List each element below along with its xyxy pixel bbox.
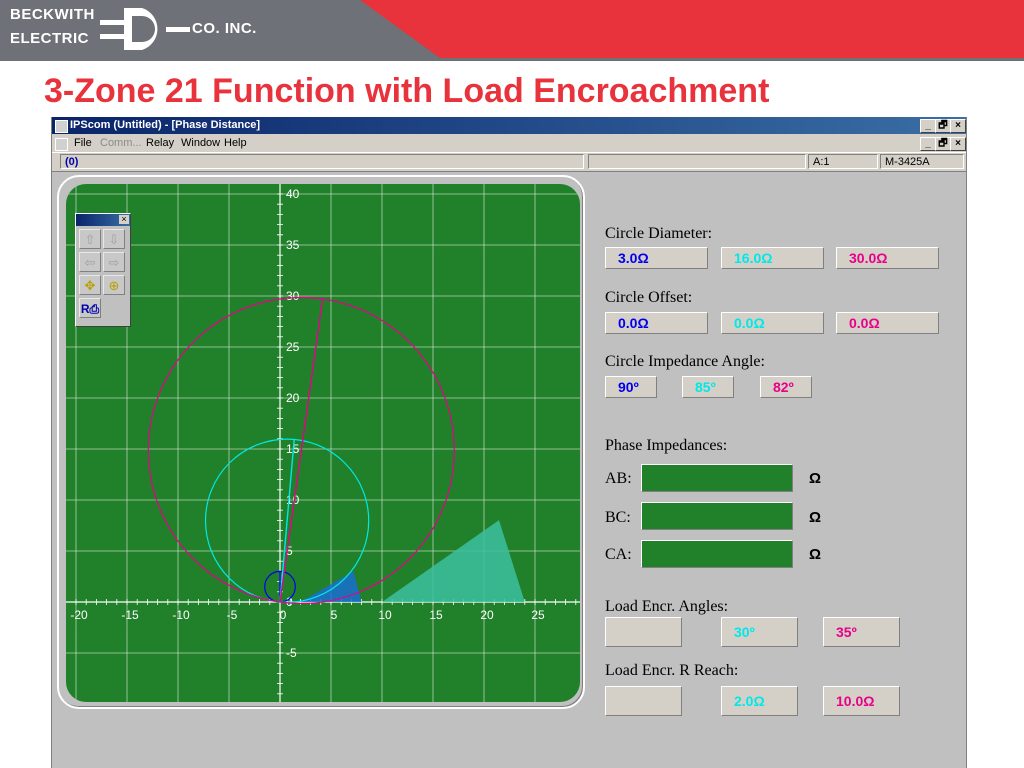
zone2-load-angle-field[interactable]: 30º bbox=[721, 617, 798, 647]
pan-right-icon[interactable]: ⇨ bbox=[103, 252, 125, 272]
close-button[interactable]: × bbox=[950, 119, 966, 133]
phase-bc-unit: Ω bbox=[809, 509, 822, 526]
zone2-diameter-field[interactable]: 16.0Ω bbox=[721, 247, 824, 269]
zone2-angle-field[interactable]: 85º bbox=[682, 376, 734, 398]
pan-left-icon[interactable]: ⇦ bbox=[79, 252, 101, 272]
child-close-button[interactable]: × bbox=[950, 137, 966, 151]
reset-print-icon[interactable]: R⎙ bbox=[79, 298, 101, 318]
document-icon bbox=[55, 138, 68, 151]
load-encroachment-wedge-2 bbox=[382, 520, 525, 602]
zoom-out-icon[interactable]: ⊕ bbox=[103, 275, 125, 295]
menu-bar: File Comm... Relay Window Help _ 🗗 × bbox=[52, 134, 966, 152]
status-model: M-3425A bbox=[880, 154, 964, 169]
menu-comm[interactable]: Comm... bbox=[100, 137, 142, 149]
phase-ab-label: AB: bbox=[605, 470, 632, 487]
load-angles-label: Load Encr. Angles: bbox=[605, 598, 729, 615]
zone2-offset-field[interactable]: 0.0Ω bbox=[721, 312, 824, 334]
logo-line2: ELECTRIC bbox=[10, 30, 89, 47]
zone3-angle-field[interactable]: 82º bbox=[760, 376, 812, 398]
x-tick-label: 25 bbox=[531, 608, 545, 622]
zone3-load-reach-field[interactable]: 10.0Ω bbox=[823, 686, 900, 716]
status-device-id: (0) bbox=[60, 154, 584, 169]
x-tick-label: -5 bbox=[227, 608, 238, 622]
y-tick-label: 35 bbox=[286, 238, 300, 252]
phase-impedances-label: Phase Impedances: bbox=[605, 437, 728, 454]
phase-ab-display bbox=[641, 464, 793, 492]
status-blank bbox=[588, 154, 806, 169]
ipscom-window: IPScom (Untitled) - [Phase Distance] _ 🗗… bbox=[51, 117, 967, 768]
pan-down-icon[interactable]: ⇩ bbox=[103, 229, 125, 249]
zone3-load-angle-field[interactable]: 35º bbox=[823, 617, 900, 647]
x-tick-label: 20 bbox=[480, 608, 494, 622]
menu-relay[interactable]: Relay bbox=[146, 137, 174, 149]
load-reach-label: Load Encr. R Reach: bbox=[605, 662, 739, 679]
zone1-offset-field[interactable]: 0.0Ω bbox=[605, 312, 708, 334]
pan-up-icon[interactable]: ⇧ bbox=[79, 229, 101, 249]
child-minimize-button[interactable]: _ bbox=[920, 137, 936, 151]
circle-offset-label: Circle Offset: bbox=[605, 289, 693, 306]
zone1-load-angle-field[interactable] bbox=[605, 617, 682, 647]
circle-diameter-label: Circle Diameter: bbox=[605, 225, 713, 242]
plot-toolbox[interactable]: × ⇧ ⇩ ⇦ ⇨ ✥ ⊕ R⎙ bbox=[75, 213, 131, 327]
x-tick-label: -10 bbox=[172, 608, 190, 622]
x-tick-label: -15 bbox=[121, 608, 139, 622]
toolbox-close-icon[interactable]: × bbox=[119, 215, 129, 224]
zone1-angle-field[interactable]: 90º bbox=[605, 376, 657, 398]
phase-ca-unit: Ω bbox=[809, 546, 822, 563]
logo-line1: BECKWITH bbox=[10, 6, 95, 23]
window-titlebar[interactable]: IPScom (Untitled) - [Phase Distance] _ 🗗… bbox=[52, 117, 966, 134]
phase-ab-unit: Ω bbox=[809, 470, 822, 487]
circle-angle-label: Circle Impedance Angle: bbox=[605, 353, 765, 370]
child-restore-button[interactable]: 🗗 bbox=[935, 137, 951, 151]
window-title: IPScom (Untitled) - [Phase Distance] bbox=[70, 119, 261, 131]
y-tick-label: 30 bbox=[286, 289, 300, 303]
phase-ca-label: CA: bbox=[605, 546, 632, 563]
y-tick-label: -5 bbox=[286, 646, 297, 660]
zone1-load-reach-field[interactable] bbox=[605, 686, 682, 716]
menu-help[interactable]: Help bbox=[224, 137, 247, 149]
status-bar: (0) A:1 M-3425A bbox=[52, 152, 966, 172]
restore-button[interactable]: 🗗 bbox=[935, 119, 951, 133]
slide-title: 3-Zone 21 Function with Load Encroachmen… bbox=[44, 72, 770, 110]
x-tick-label: 5 bbox=[331, 608, 338, 622]
app-icon bbox=[55, 120, 68, 133]
zoom-in-icon[interactable]: ✥ bbox=[79, 275, 101, 295]
menu-window[interactable]: Window bbox=[181, 137, 220, 149]
y-tick-label: 25 bbox=[286, 340, 300, 354]
zone3-diameter-field[interactable]: 30.0Ω bbox=[836, 247, 939, 269]
zone1-diameter-field[interactable]: 3.0Ω bbox=[605, 247, 708, 269]
x-tick-label: 15 bbox=[429, 608, 443, 622]
header-divider bbox=[0, 58, 1024, 61]
x-tick-label: -20 bbox=[70, 608, 88, 622]
minimize-button[interactable]: _ bbox=[920, 119, 936, 133]
x-tick-label: 0 bbox=[280, 608, 287, 622]
zone3-offset-field[interactable]: 0.0Ω bbox=[836, 312, 939, 334]
rx-diagram: -20-15-10-5051015202530-5051015202530354… bbox=[66, 184, 580, 702]
phase-bc-label: BC: bbox=[605, 509, 631, 526]
phase-bc-display bbox=[641, 502, 793, 530]
y-tick-label: 20 bbox=[286, 391, 300, 405]
zone2-load-reach-field[interactable]: 2.0Ω bbox=[721, 686, 798, 716]
rx-plot[interactable]: -20-15-10-5051015202530-5051015202530354… bbox=[66, 184, 580, 702]
x-tick-label: 10 bbox=[378, 608, 392, 622]
phase-ca-display bbox=[641, 540, 793, 568]
y-tick-label: 40 bbox=[286, 187, 300, 201]
menu-file[interactable]: File bbox=[74, 137, 92, 149]
toolbox-titlebar[interactable]: × bbox=[76, 214, 130, 226]
status-address: A:1 bbox=[808, 154, 878, 169]
logo-suffix: CO. INC. bbox=[192, 20, 257, 37]
logo-d-icon bbox=[100, 8, 190, 50]
